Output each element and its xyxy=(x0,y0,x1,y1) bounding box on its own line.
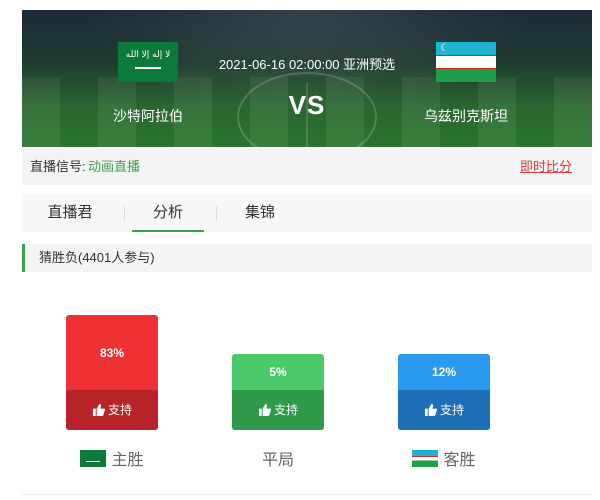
vote-percent: 5% xyxy=(269,365,287,379)
crescent-icon: ☾ xyxy=(440,43,449,54)
match-banner: لا إله إلا الله ☾ 2021-06-16 02:00:00 亚洲… xyxy=(22,10,592,147)
match-tabs: 直播君 分析 集锦 xyxy=(22,194,592,232)
live-signal-label: 直播信号: xyxy=(30,159,86,174)
thumbs-up-icon xyxy=(258,392,272,416)
tab-divider xyxy=(216,206,217,221)
support-button[interactable]: 支持 xyxy=(66,390,158,430)
home-team-mini-flag xyxy=(80,450,107,467)
away-team-mini-flag xyxy=(412,450,439,467)
vote-percent: 83% xyxy=(99,346,125,360)
tab-highlights[interactable]: 集锦 xyxy=(220,194,300,232)
match-time-stage: 2021-06-16 02:00:00 亚洲预选 xyxy=(218,57,396,72)
support-button[interactable]: 支持 xyxy=(232,390,324,430)
vote-option-name: 平局 xyxy=(232,446,324,470)
vote-option-name: 主胜 xyxy=(66,446,158,470)
support-label: 支持 xyxy=(273,403,298,417)
tab-live-host[interactable]: 直播君 xyxy=(30,194,110,232)
live-score-link[interactable]: 即时比分 xyxy=(520,148,572,185)
vote-box[interactable]: 5% 支持 xyxy=(232,354,324,430)
support-button[interactable]: 支持 xyxy=(398,390,490,430)
vote-option-label: 平局 xyxy=(261,452,294,469)
away-team-name[interactable]: 乌兹别克斯坦 xyxy=(391,106,541,126)
thumbs-up-icon xyxy=(424,392,438,416)
tab-divider xyxy=(124,206,125,221)
vote-box[interactable]: 12% 支持 xyxy=(398,354,490,430)
vote-option-label: 客胜 xyxy=(443,452,476,469)
divider xyxy=(22,494,592,495)
vote-option-name: 客胜 xyxy=(398,446,490,470)
support-label: 支持 xyxy=(107,403,132,417)
vote-box[interactable]: 83% 支持 xyxy=(66,315,158,430)
thumbs-up-icon xyxy=(92,392,106,416)
tab-analysis[interactable]: 分析 xyxy=(128,194,208,232)
animation-live-link[interactable]: 动画直播 xyxy=(88,148,140,185)
vote-percent: 12% xyxy=(431,365,457,379)
live-signal-bar: 直播信号: 动画直播 即时比分 xyxy=(22,148,592,185)
prediction-section-title: 猜胜负(4401人参与) xyxy=(22,244,592,272)
support-label: 支持 xyxy=(439,403,464,417)
home-team-name[interactable]: 沙特阿拉伯 xyxy=(73,106,223,126)
vote-option-label: 主胜 xyxy=(111,452,144,469)
